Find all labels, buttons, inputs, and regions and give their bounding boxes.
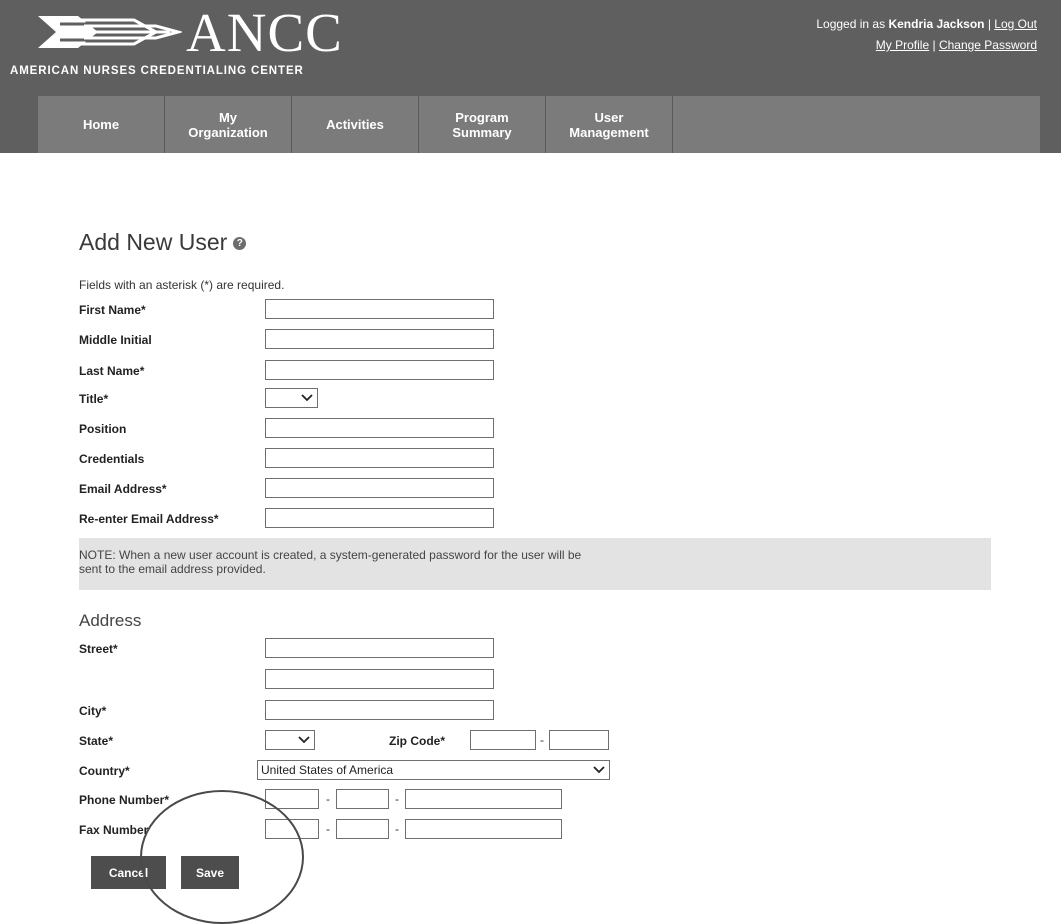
required-note: Fields with an asterisk (*) are required… <box>79 278 285 292</box>
nav-label: Program Summary <box>452 109 512 140</box>
chevron-down-icon <box>593 766 605 774</box>
site-header: ANCC AMERICAN NURSES CREDENTIALING CENTE… <box>0 0 1061 153</box>
fax-prefix-input[interactable] <box>336 819 389 839</box>
middle-initial-label: Middle Initial <box>79 333 152 347</box>
street-label: Street* <box>79 642 118 656</box>
country-row: Country* United States of America <box>79 760 991 782</box>
zip-label: Zip Code* <box>389 734 445 748</box>
country-label: Country* <box>79 764 130 778</box>
email-label: Email Address* <box>79 482 167 496</box>
title-row: Title* <box>79 388 991 410</box>
nav-label: Activities <box>326 117 384 132</box>
street-row: Street* <box>79 638 991 660</box>
logged-in-prefix: Logged in as <box>816 17 886 31</box>
city-label: City* <box>79 704 107 718</box>
dash: - <box>326 822 330 836</box>
nav-item-home[interactable]: Home <box>38 96 165 153</box>
nav-item-user-management[interactable]: User Management <box>546 96 673 153</box>
middle-initial-row: Middle Initial <box>79 329 991 351</box>
dash: - <box>395 822 399 836</box>
dash: - <box>540 733 544 747</box>
change-password-link[interactable]: Change Password <box>939 38 1037 52</box>
address-section-title: Address <box>79 611 142 630</box>
title-label: Title* <box>79 392 109 406</box>
zip-input-1[interactable] <box>470 730 536 750</box>
logo-title: ANCC <box>186 2 343 63</box>
position-row: Position <box>79 418 991 440</box>
add-user-form: Add New User ? Fields with an asterisk (… <box>79 226 991 889</box>
phone-label: Phone Number* <box>79 793 170 807</box>
nav-label: User Management <box>569 109 649 140</box>
city-row: City* <box>79 700 991 722</box>
nav-label: My Organization <box>188 109 268 140</box>
state-select[interactable] <box>265 730 315 750</box>
street-input-2[interactable] <box>265 669 494 689</box>
separator: | <box>987 17 991 31</box>
fax-line-input[interactable] <box>405 819 562 839</box>
password-note: NOTE: When a new user account is created… <box>79 538 991 590</box>
fax-area-input[interactable] <box>265 819 319 839</box>
dash: - <box>326 792 330 806</box>
credentials-label: Credentials <box>79 452 145 466</box>
save-button[interactable]: Save <box>181 856 239 889</box>
city-input[interactable] <box>265 700 494 720</box>
phone-area-input[interactable] <box>265 789 319 809</box>
fax-row: Fax Number - - <box>79 819 991 841</box>
credentials-input[interactable] <box>265 448 494 468</box>
password-note-text: NOTE: When a new user account is created… <box>79 548 582 576</box>
account-info: Logged in as Kendria Jackson | Log Out M… <box>816 14 1037 56</box>
street-input-1[interactable] <box>265 638 494 658</box>
state-label: State* <box>79 734 114 748</box>
position-input[interactable] <box>265 418 494 438</box>
email-confirm-input[interactable] <box>265 508 494 528</box>
phone-prefix-input[interactable] <box>336 789 389 809</box>
state-zip-row: State* Zip Code* - <box>79 730 991 752</box>
separator: | <box>932 38 936 52</box>
logo-subtitle: AMERICAN NURSES CREDENTIALING CENTER <box>10 65 304 77</box>
email-confirm-label: Re-enter Email Address* <box>79 512 219 526</box>
my-profile-link[interactable]: My Profile <box>876 38 929 52</box>
country-select[interactable]: United States of America <box>257 760 610 780</box>
phone-row: Phone Number* - - <box>79 789 991 811</box>
last-name-row: Last Name* <box>79 360 991 382</box>
logout-link[interactable]: Log Out <box>994 17 1037 31</box>
country-selected: United States of America <box>261 763 394 777</box>
nav-item-activities[interactable]: Activities <box>292 96 419 153</box>
page-title-text: Add New User <box>79 228 228 255</box>
help-icon[interactable]: ? <box>233 236 247 250</box>
dash: - <box>395 792 399 806</box>
user-name: Kendria Jackson <box>888 17 985 31</box>
fax-label: Fax Number <box>79 823 149 837</box>
chevron-down-icon <box>298 736 310 744</box>
title-select[interactable] <box>265 388 318 408</box>
first-name-row: First Name* <box>79 299 991 321</box>
main-nav: Home My Organization Activities Program … <box>38 96 1040 153</box>
nav-label: Home <box>82 117 120 132</box>
email-confirm-row: Re-enter Email Address* <box>79 508 991 530</box>
zip-input-2[interactable] <box>549 730 609 750</box>
last-name-input[interactable] <box>265 360 494 380</box>
cancel-button[interactable]: Cancel <box>91 856 166 889</box>
first-name-input[interactable] <box>265 299 494 319</box>
nav-item-my-organization[interactable]: My Organization <box>165 96 292 153</box>
phone-line-input[interactable] <box>405 789 562 809</box>
email-input[interactable] <box>265 478 494 498</box>
nav-item-program-summary[interactable]: Program Summary <box>419 96 546 153</box>
credentials-row: Credentials <box>79 448 991 470</box>
ancc-logo-icon <box>38 16 182 48</box>
chevron-down-icon <box>301 394 313 402</box>
middle-initial-input[interactable] <box>265 329 494 349</box>
street-row-2 <box>79 669 991 691</box>
first-name-label: First Name* <box>79 303 146 317</box>
last-name-label: Last Name* <box>79 364 145 378</box>
position-label: Position <box>79 422 127 436</box>
page-title: Add New User ? <box>79 226 991 258</box>
email-row: Email Address* <box>79 478 991 500</box>
